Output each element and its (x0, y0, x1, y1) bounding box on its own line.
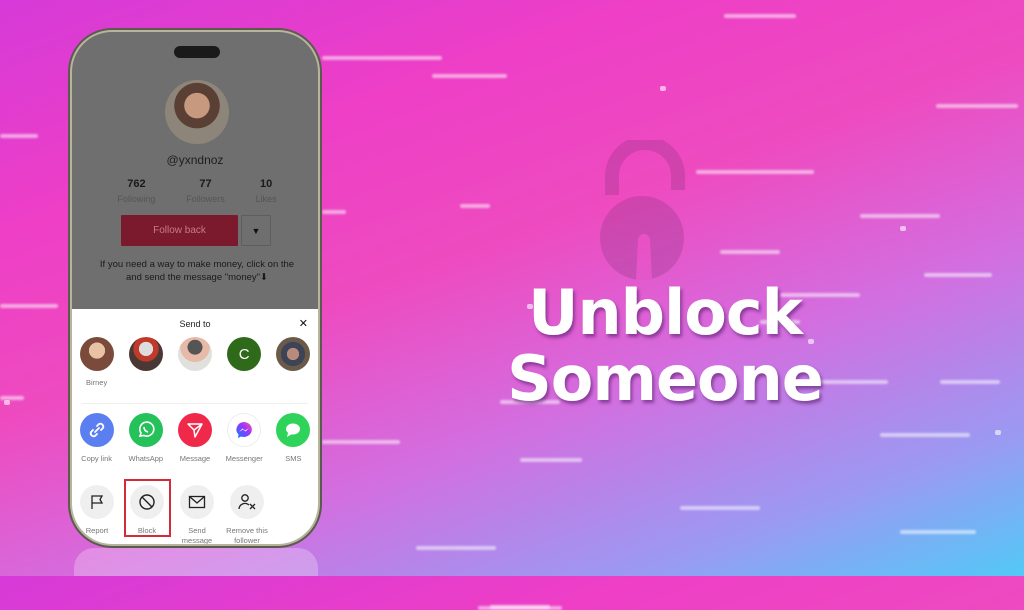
share-label: SMS (285, 454, 302, 463)
contact-avatar (128, 337, 163, 371)
share-message[interactable]: Message (170, 413, 219, 464)
phone-mockup: @yxndnoz 762 Following 77 Followers 10 L… (70, 30, 320, 546)
contact-avatar: C (227, 337, 262, 371)
stat-label: Likes (255, 194, 277, 204)
lock-icon (600, 140, 685, 280)
action-send-message[interactable]: Send message (172, 485, 222, 545)
caret-down-icon: ▼ (251, 225, 261, 236)
stat-value: 77 (199, 178, 212, 190)
messenger-icon (227, 413, 262, 447)
phone-reflection (74, 548, 318, 576)
share-sms[interactable]: SMS (269, 413, 318, 464)
contact-item[interactable] (269, 337, 318, 388)
stat-likes[interactable]: 10 Likes (256, 178, 277, 204)
mail-icon (180, 485, 214, 519)
action-label: Remove this follower (226, 526, 268, 545)
phone-notch (174, 46, 220, 58)
share-whatsapp[interactable]: WhatsApp (121, 413, 170, 464)
headline-line-2: Someone (507, 342, 824, 415)
contact-initial: C (238, 345, 250, 363)
action-report[interactable]: Report (72, 485, 122, 544)
send-icon (178, 413, 212, 447)
stat-following[interactable]: 762 Following (117, 178, 155, 204)
share-options-row: Copy link WhatsApp Message Messenger SMS (72, 413, 318, 464)
action-label: Send message (181, 526, 213, 545)
remove-user-icon (230, 485, 264, 519)
sms-icon (276, 413, 311, 447)
share-label: Copy link (81, 454, 113, 463)
block-highlight-box (124, 479, 171, 537)
contact-name: Birney (85, 378, 108, 387)
profile-stats: 762 Following 77 Followers 10 Likes (102, 178, 292, 204)
headline: Unblock Someone (480, 280, 850, 412)
contact-avatar (276, 337, 311, 371)
stat-value: 762 (127, 178, 146, 190)
contact-item[interactable] (121, 337, 170, 388)
action-remove-follower[interactable]: Remove this follower (222, 485, 272, 545)
flag-icon (80, 485, 114, 519)
contact-item[interactable]: C (220, 337, 269, 388)
profile-bio: If you need a way to make money, click o… (99, 259, 295, 283)
share-sheet-title: Send to (179, 319, 211, 329)
contact-item[interactable]: Birney (72, 337, 121, 388)
close-icon[interactable]: ✕ (299, 317, 308, 330)
profile-avatar[interactable] (165, 80, 229, 144)
stat-followers[interactable]: 77 Followers (186, 178, 225, 204)
more-dropdown-button[interactable]: ▼ (241, 215, 271, 246)
whatsapp-icon (128, 413, 163, 447)
contacts-row: Birney C (72, 337, 318, 388)
share-sheet: Send to ✕ Birney C Copy link WhatsApp Me… (72, 309, 318, 545)
stat-label: Following (117, 194, 156, 204)
contact-avatar (178, 337, 212, 371)
action-label: Report (85, 526, 109, 535)
share-label: Messenger (225, 454, 263, 463)
stat-value: 10 (259, 178, 273, 190)
link-icon (79, 413, 114, 447)
actions-row: Report Block Send message Remove this fo… (72, 485, 318, 545)
stat-label: Followers (186, 194, 225, 204)
share-label: Message (179, 454, 211, 463)
divider (82, 403, 308, 404)
share-label: WhatsApp (128, 454, 164, 463)
follow-back-button[interactable]: Follow back (121, 215, 238, 246)
contact-item[interactable] (170, 337, 219, 388)
headline-line-1: Unblock (528, 276, 803, 349)
contact-avatar (79, 337, 114, 371)
profile-username: @yxndnoz (166, 153, 224, 167)
share-messenger[interactable]: Messenger (220, 413, 269, 464)
share-copy-link[interactable]: Copy link (72, 413, 121, 464)
